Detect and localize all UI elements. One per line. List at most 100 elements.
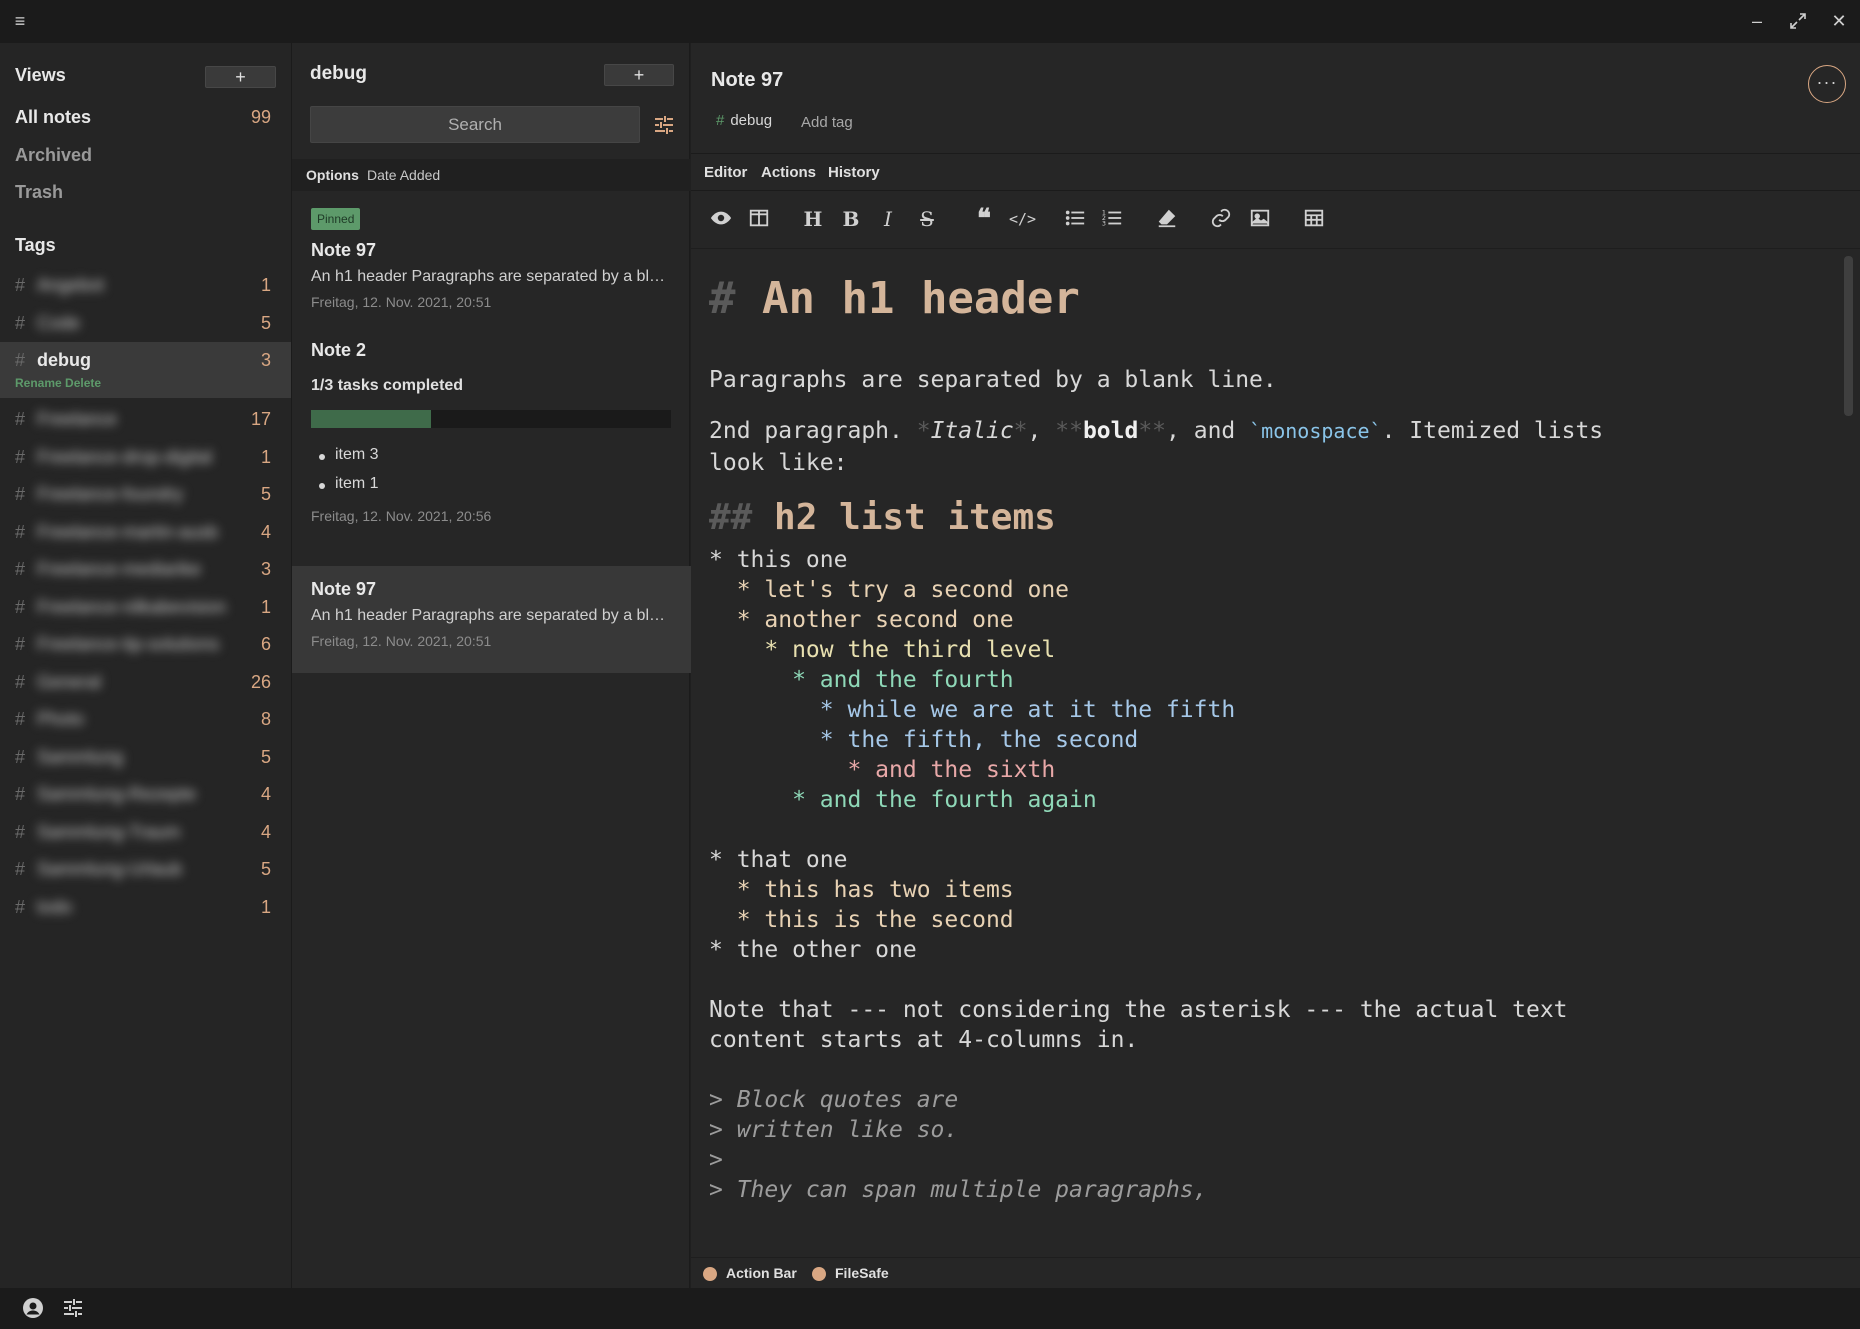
table-icon[interactable] [1302, 207, 1326, 231]
tasks-progress-bar [311, 410, 671, 428]
close-icon[interactable]: ✕ [1828, 10, 1850, 32]
views-heading: Views [15, 65, 66, 85]
tag-name: Sammlung-Rezepte [37, 784, 197, 804]
filter-icon[interactable] [652, 113, 676, 137]
more-options-button[interactable]: ··· [1808, 65, 1846, 103]
tag-item[interactable]: # Freelance-martin-ausb 4 [0, 518, 291, 550]
split-view-icon[interactable] [747, 207, 771, 231]
tag-count: 1 [260, 896, 271, 917]
tag-item[interactable]: # Code 5 [0, 309, 291, 341]
all-notes-count: 99 [250, 107, 271, 127]
tag-item[interactable]: # Sammlung-Traum 4 [0, 818, 291, 850]
tag-item[interactable]: # todo 1 [0, 893, 291, 925]
menu-actions[interactable]: Actions [761, 164, 816, 181]
options-button[interactable]: Options [306, 159, 359, 191]
tag-item[interactable]: # Sammlung 5 [0, 743, 291, 775]
account-icon[interactable] [21, 1296, 45, 1320]
tag-count: 3 [260, 559, 271, 579]
quote-icon[interactable]: ❝ [972, 206, 996, 232]
note-item-selected[interactable]: Note 97 An h1 header Paragraphs are sepa… [292, 566, 691, 673]
tag-item[interactable]: # Angebot 1 [0, 271, 291, 303]
note-date: Freitag, 12. Nov. 2021, 20:51 [311, 294, 492, 310]
note-title: Note 97 [311, 579, 377, 599]
view-archived[interactable]: Archived [15, 145, 92, 166]
hash-icon: # [716, 112, 725, 129]
hash-icon: # [15, 312, 26, 333]
new-note-button[interactable]: + [604, 64, 674, 86]
tag-name: Sammlung-Traum [37, 821, 181, 842]
tag-item[interactable]: # Freelance 17 [0, 405, 291, 437]
tag-name: Freelance-martin-ausb [37, 521, 219, 542]
action-bar-label[interactable]: Action Bar [726, 1265, 797, 1281]
tag-count: 1 [260, 446, 271, 467]
editor-scrollbar[interactable] [1844, 256, 1853, 416]
hamburger-icon[interactable]: ≡ [9, 10, 31, 32]
task-item: item 3 [319, 446, 379, 463]
tag-item[interactable]: # Sammlung-Urlaub 5 [0, 855, 291, 887]
note-title: Note 2 [311, 340, 367, 360]
note-tag-chip[interactable]: # debug [716, 112, 772, 129]
tag-name: Sammlung-Urlaub [37, 859, 183, 879]
note-date: Freitag, 12. Nov. 2021, 20:51 [311, 633, 492, 649]
tag-item[interactable]: # Freelance-foundry 5 [0, 480, 291, 512]
notes-list-title: debug [310, 63, 367, 84]
hash-icon: # [15, 275, 26, 295]
tag-item[interactable]: # Photo 8 [0, 705, 291, 737]
tag-item[interactable]: # Freelance-mediarike 3 [0, 555, 291, 587]
view-all-notes[interactable]: All notes [15, 107, 91, 128]
tag-item[interactable]: # debug 3 Rename Delete [0, 342, 291, 398]
tag-count: 1 [260, 596, 271, 617]
link-icon[interactable] [1209, 207, 1233, 231]
bullet-list-icon[interactable] [1063, 207, 1087, 231]
heading-icon[interactable]: H [801, 207, 825, 231]
markdown-editor[interactable]: # An h1 header Paragraphs are separated … [691, 250, 1841, 1250]
sidebar: Views + All notes 99 Archived Trash Tags… [0, 43, 291, 1288]
h1-line: # An h1 header [709, 273, 1080, 324]
tag-item[interactable]: # Freelance-tip-solutions 6 [0, 630, 291, 662]
italic-icon[interactable]: I [876, 207, 900, 231]
tag-item[interactable]: # General 26 [0, 668, 291, 700]
tag-item[interactable]: # Sammlung-Rezepte 4 [0, 780, 291, 812]
editor-toolbar: H B I S ❝ </> 123 [691, 191, 1860, 249]
minimize-icon[interactable]: – [1746, 10, 1768, 32]
tag-actions[interactable]: Rename Delete [15, 376, 101, 390]
tag-count: 4 [260, 521, 271, 542]
sort-label[interactable]: Date Added [367, 159, 440, 191]
menu-editor[interactable]: Editor [704, 164, 747, 181]
add-view-button[interactable]: + [205, 66, 276, 88]
bottom-bar [0, 1288, 1860, 1329]
filesafe-label[interactable]: FileSafe [835, 1265, 889, 1281]
note-item[interactable]: Pinned Note 97 An h1 header Paragraphs a… [292, 198, 691, 318]
search-input[interactable]: Search [310, 106, 640, 143]
hash-icon: # [15, 559, 26, 579]
tag-item[interactable]: # Freelance-nilkabevision 1 [0, 593, 291, 625]
maximize-icon[interactable] [1787, 10, 1809, 32]
blockquote-line: > [709, 1147, 723, 1173]
list-line: * this is the second [709, 907, 1014, 933]
clear-format-icon[interactable] [1155, 207, 1179, 231]
menu-history[interactable]: History [828, 164, 880, 181]
add-tag-input[interactable]: Add tag [801, 114, 853, 131]
image-icon[interactable] [1248, 207, 1272, 231]
tag-count: 6 [260, 634, 271, 654]
paragraph-line: look like: [709, 450, 848, 476]
numbered-list-icon[interactable]: 123 [1100, 207, 1124, 231]
bold-icon[interactable]: B [839, 207, 863, 231]
hash-icon: # [15, 896, 26, 917]
tag-count: 1 [260, 275, 271, 295]
view-trash[interactable]: Trash [15, 182, 63, 203]
tag-item[interactable]: # Freelance-drop-digital 1 [0, 443, 291, 475]
paragraph-line: content starts at 4-columns in. [709, 1027, 1139, 1053]
preferences-icon[interactable] [61, 1296, 85, 1320]
hash-icon: # [15, 784, 26, 804]
tag-count: 5 [260, 746, 271, 767]
tag-name: Freelance-mediarike [37, 559, 202, 579]
preview-icon[interactable] [709, 207, 733, 231]
tag-name: Photo [37, 709, 85, 729]
pinned-badge: Pinned [311, 208, 361, 230]
note-item[interactable]: Note 2 1/3 tasks completed item 3 item 1… [292, 330, 691, 530]
strikethrough-icon[interactable]: S [915, 207, 939, 231]
note-title-input[interactable]: Note 97 [711, 69, 783, 92]
code-icon[interactable]: </> [1009, 207, 1036, 231]
hash-icon: # [15, 746, 26, 767]
